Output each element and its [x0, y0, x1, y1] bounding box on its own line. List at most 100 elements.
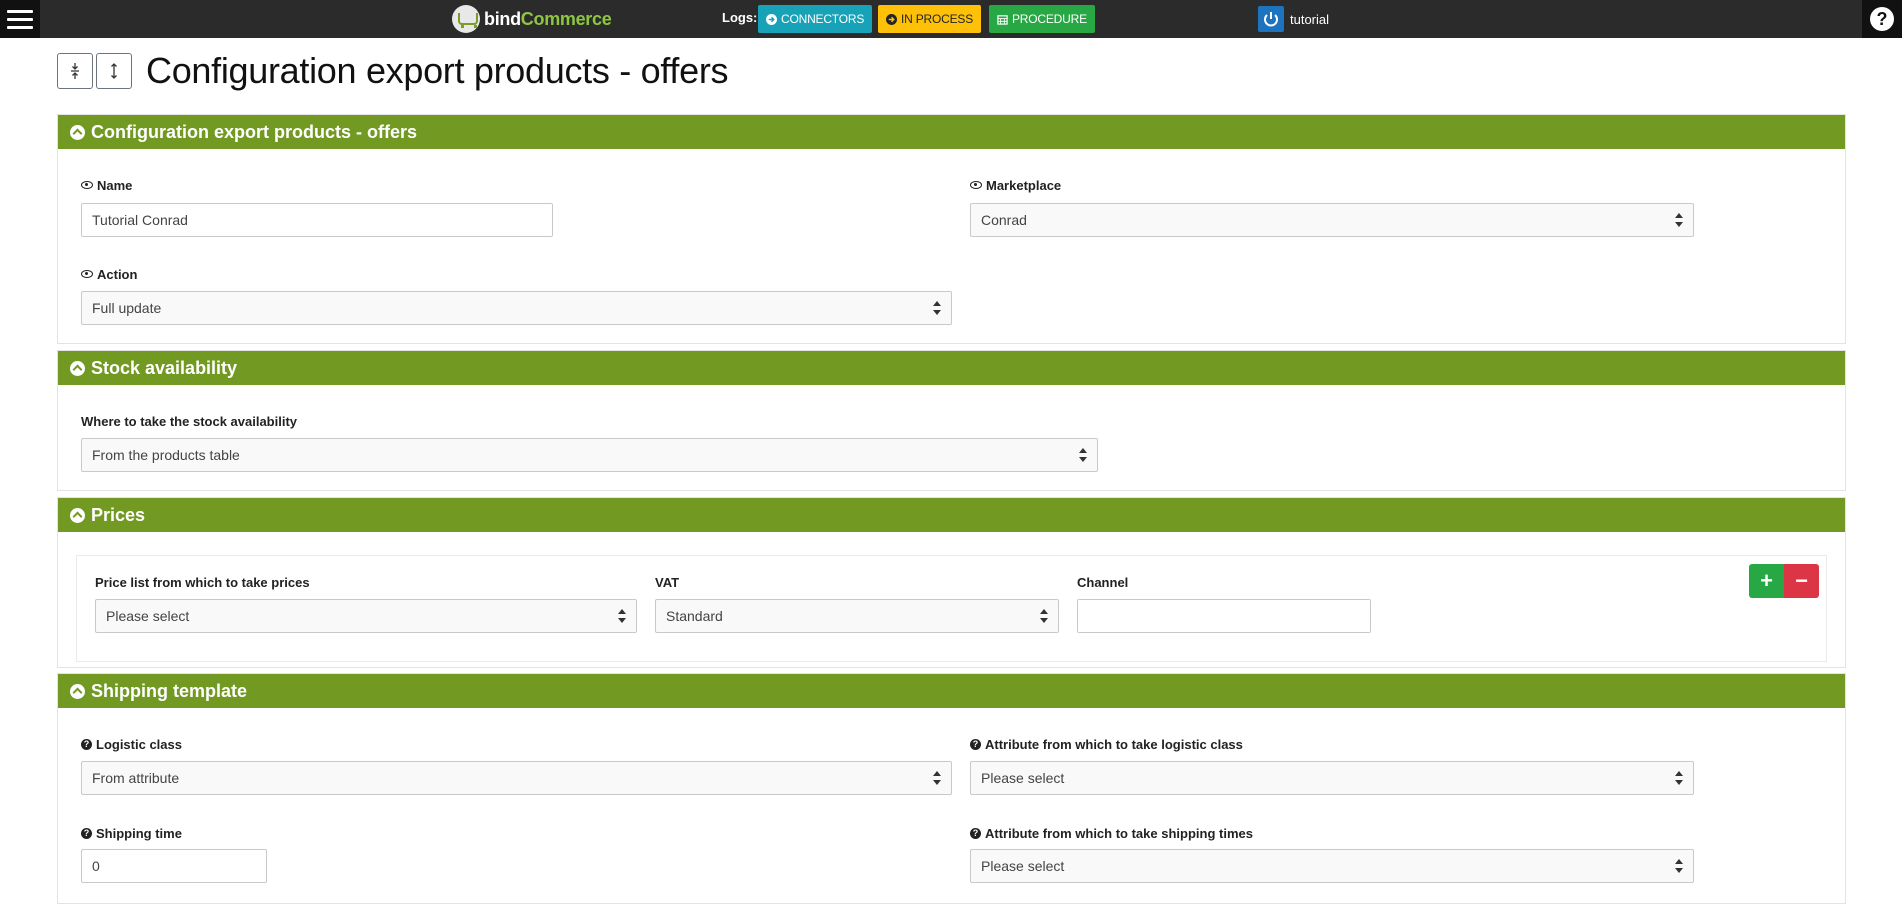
logs-label: Logs:	[722, 10, 758, 25]
logistic-class-select[interactable]: From attribute	[81, 761, 952, 795]
select-arrows-icon	[1079, 448, 1087, 462]
logistic-class-field-group: ? Logistic class	[81, 736, 182, 752]
help-button[interactable]: ?	[1862, 0, 1902, 38]
stock-where-value: From the products table	[92, 447, 240, 463]
channel-input[interactable]	[1077, 599, 1371, 633]
attr-shipping-select[interactable]: Please select	[970, 849, 1694, 883]
title-row: Configuration export products - offers	[57, 50, 729, 92]
collapse-icon	[70, 683, 85, 699]
select-arrows-icon	[933, 771, 941, 785]
stock-panel-title: Stock availability	[91, 357, 238, 378]
attr-logistic-label: Attribute from which to take logistic cl…	[985, 736, 1243, 752]
logo-text-bind: bind	[484, 8, 521, 29]
marketplace-label: Marketplace	[986, 177, 1062, 193]
marketplace-field-group: Marketplace	[970, 177, 1061, 193]
user-name: tutorial	[1290, 11, 1330, 27]
shipping-panel: Shipping template ? Logistic class From a…	[57, 673, 1846, 904]
name-label: Name	[97, 177, 133, 193]
shipping-time-value: 0	[92, 858, 100, 874]
procedure-label: PROCEDURE	[1012, 12, 1087, 26]
action-field-group: Action	[81, 266, 137, 282]
in-process-log-button[interactable]: IN PROCESS	[878, 5, 982, 33]
marketplace-select[interactable]: Conrad	[970, 203, 1694, 237]
name-input[interactable]: Tutorial Conrad	[81, 203, 553, 237]
power-icon[interactable]	[1258, 6, 1284, 32]
in-process-label: IN PROCESS	[901, 12, 974, 26]
help-icon: ?	[1870, 7, 1894, 31]
stock-where-label: Where to take the stock availability	[81, 413, 298, 429]
price-list-label: Price list from which to take prices	[95, 574, 310, 590]
stock-panel: Stock availability Where to take the sto…	[57, 350, 1846, 491]
vat-label: VAT	[655, 574, 680, 590]
attr-logistic-select[interactable]: Please select	[970, 761, 1694, 795]
question-icon[interactable]: ?	[81, 738, 92, 750]
procedure-log-button[interactable]: PROCEDURE	[989, 5, 1095, 33]
channel-field-group: Channel	[1077, 574, 1128, 590]
shipping-time-label: Shipping time	[96, 825, 182, 841]
prices-panel-header[interactable]: Prices	[58, 498, 1845, 532]
name-field-group: Name	[81, 177, 132, 193]
attr-logistic-field-group: ? Attribute from which to take logistic c…	[970, 736, 1243, 752]
name-value: Tutorial Conrad	[92, 212, 188, 228]
select-arrows-icon	[1675, 771, 1683, 785]
add-price-row-button[interactable]: +	[1749, 564, 1784, 598]
user-menu[interactable]: tutorial	[1258, 6, 1329, 32]
menu-icon[interactable]	[0, 0, 40, 38]
channel-label: Channel	[1077, 574, 1129, 590]
action-select[interactable]: Full update	[81, 291, 952, 325]
stock-where-select[interactable]: From the products table	[81, 438, 1098, 472]
logistic-class-value: From attribute	[92, 770, 180, 786]
config-panel-header[interactable]: Configuration export products - offers	[58, 115, 1845, 149]
config-panel-title: Configuration export products - offers	[91, 121, 417, 142]
attr-shipping-label: Attribute from which to take shipping ti…	[985, 825, 1253, 841]
minus-icon: −	[1795, 568, 1808, 593]
price-list-field-group: Price list from which to take prices	[95, 574, 310, 590]
cart-logo-icon	[452, 5, 480, 33]
question-icon[interactable]: ?	[81, 827, 92, 839]
remove-price-row-button[interactable]: −	[1784, 564, 1819, 598]
attr-shipping-value: Please select	[981, 858, 1065, 874]
question-icon[interactable]: ?	[970, 827, 981, 839]
eye-icon	[81, 181, 93, 189]
connectors-log-button[interactable]: CONNECTORS	[758, 5, 873, 33]
collapse-icon	[70, 507, 85, 523]
collapse-all-icon	[71, 63, 79, 79]
select-arrows-icon	[1675, 213, 1683, 227]
arrow-circle-icon	[886, 13, 897, 25]
shipping-time-field-group: ? Shipping time	[81, 825, 182, 841]
marketplace-value: Conrad	[981, 212, 1027, 228]
top-navbar: bindCommerce Logs: CONNECTORS IN PROCESS…	[0, 0, 1902, 38]
expand-all-icon	[111, 63, 117, 79]
select-arrows-icon	[1040, 609, 1048, 623]
attr-logistic-value: Please select	[981, 770, 1065, 786]
vat-select[interactable]: Standard	[655, 599, 1059, 633]
question-icon[interactable]: ?	[970, 738, 981, 750]
select-arrows-icon	[1675, 859, 1683, 873]
price-row-actions: + −	[1749, 564, 1819, 598]
bindcommerce-logo[interactable]: bindCommerce	[452, 3, 612, 35]
shipping-time-input[interactable]: 0	[81, 849, 267, 883]
price-row: Price list from which to take prices Ple…	[76, 555, 1827, 662]
select-arrows-icon	[618, 609, 626, 623]
arrow-circle-icon	[766, 13, 777, 25]
vat-field-group: VAT	[655, 574, 679, 590]
collapse-icon	[70, 124, 85, 140]
attr-shipping-field-group: ? Attribute from which to take shipping t…	[970, 825, 1253, 841]
price-list-select[interactable]: Please select	[95, 599, 637, 633]
expand-all-button[interactable]	[96, 53, 132, 89]
prices-panel: Prices Price list from which to take pri…	[57, 497, 1846, 668]
shipping-panel-title: Shipping template	[91, 680, 248, 701]
connectors-label: CONNECTORS	[781, 12, 865, 26]
stock-where-field-group: Where to take the stock availability	[81, 413, 297, 429]
stock-panel-header[interactable]: Stock availability	[58, 351, 1845, 385]
shipping-panel-header[interactable]: Shipping template	[58, 674, 1845, 708]
vat-value: Standard	[666, 608, 723, 624]
eye-icon	[970, 181, 982, 189]
prices-panel-title: Prices	[91, 504, 146, 525]
plus-icon: +	[1760, 568, 1773, 593]
logistic-class-label: Logistic class	[96, 736, 182, 752]
action-value: Full update	[92, 300, 162, 316]
logo-text-commerce: Commerce	[520, 8, 612, 29]
select-arrows-icon	[933, 301, 941, 315]
collapse-all-button[interactable]	[57, 53, 93, 89]
